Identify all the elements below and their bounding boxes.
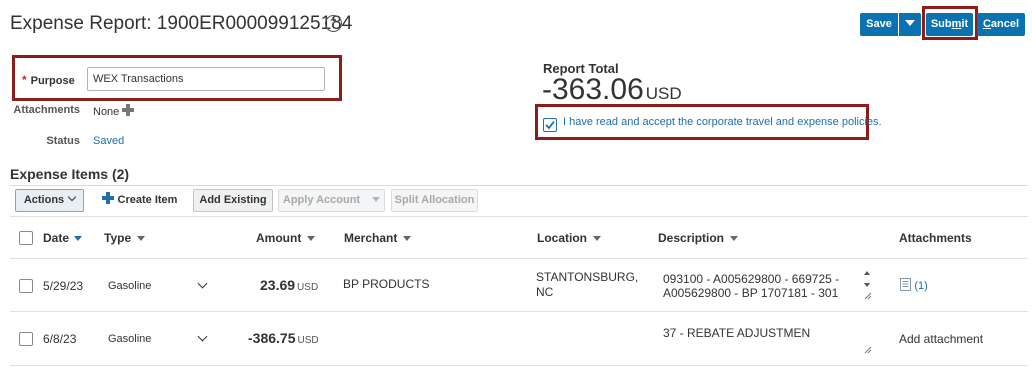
row-description-line1: 093100 - A005629800 - 669725 - — [663, 272, 840, 286]
submit-label-mnemonic: m — [951, 18, 962, 30]
merchant-header-label: Merchant — [344, 231, 398, 245]
row-type[interactable]: Gasoline — [108, 333, 151, 345]
actions-menu-button[interactable]: Actions — [15, 189, 84, 212]
row-amount-value: -386.75 — [248, 330, 296, 346]
sort-icon[interactable] — [403, 236, 412, 241]
column-header-date[interactable]: Date — [43, 231, 83, 245]
description-header-label: Description — [658, 231, 725, 245]
row-amount: 23.69 USD — [260, 277, 318, 293]
help-icon[interactable]: ? — [325, 15, 342, 32]
report-total-value: -363.06 — [542, 73, 644, 106]
add-attachment-icon[interactable] — [122, 104, 135, 116]
location-header-label: Location — [537, 231, 587, 245]
purpose-label-text: Purpose — [30, 75, 75, 87]
required-marker: * — [22, 73, 27, 87]
sort-descending-icon[interactable] — [74, 236, 83, 241]
cancel-button[interactable]: Cancel — [977, 13, 1025, 36]
submit-label-pre: Sub — [930, 18, 952, 30]
row-location-line1: STANTONSBURG, — [536, 270, 639, 284]
row-amount: -386.75 USD — [248, 330, 319, 346]
sort-icon[interactable] — [730, 236, 739, 241]
actions-label: Actions — [23, 194, 65, 206]
sort-icon[interactable] — [593, 236, 601, 241]
chevron-down-icon — [67, 192, 77, 202]
row-location: STANTONSBURG, NC — [536, 270, 638, 300]
apply-account-label: Apply Account — [282, 194, 361, 206]
select-all-checkbox[interactable] — [19, 231, 33, 245]
row-amount-currency: USD — [297, 282, 319, 293]
row-type[interactable]: Gasoline — [108, 280, 151, 292]
chevron-down-icon[interactable] — [197, 331, 208, 342]
row-description-line2: A005629800 - BP 1707181 - 301 — [663, 286, 839, 300]
row-location-line2: NC — [536, 285, 554, 299]
save-button[interactable]: Save — [860, 13, 898, 36]
column-header-type[interactable]: Type — [104, 231, 146, 245]
split-allocation-button[interactable]: Split Allocation — [391, 189, 478, 212]
attachments-value-text: None — [93, 106, 120, 118]
caret-down-icon — [905, 20, 915, 26]
row-amount-currency: USD — [297, 335, 319, 346]
column-header-amount[interactable]: Amount — [256, 231, 316, 245]
sort-icon[interactable] — [307, 236, 316, 241]
row-description-line1: 37 - REBATE ADJUSTMEN — [663, 326, 811, 340]
checkmark-icon — [545, 120, 555, 130]
row-checkbox[interactable] — [19, 279, 33, 293]
row-date-link[interactable]: 5/29/23 — [43, 279, 83, 293]
attachments-label: Attachments — [13, 104, 80, 116]
submit-label-post: it — [961, 18, 969, 30]
column-header-description[interactable]: Description — [658, 231, 739, 245]
chevron-down-icon[interactable] — [197, 278, 208, 289]
cancel-label-post: ancel — [990, 18, 1020, 30]
column-header-merchant[interactable]: Merchant — [344, 231, 412, 245]
create-item-button[interactable]: Create Item — [97, 189, 182, 212]
save-menu-button[interactable] — [899, 13, 921, 36]
status-label: Status — [46, 135, 80, 147]
sort-icon[interactable] — [137, 236, 146, 241]
add-attachment-link[interactable]: Add attachment — [899, 332, 983, 346]
table-bottom-border — [10, 365, 1028, 366]
report-total-amount: -363.06 USD — [542, 73, 682, 107]
date-header-label: Date — [43, 231, 70, 245]
textarea-scroll-icon[interactable] — [862, 268, 872, 290]
table-header-border — [10, 258, 1028, 259]
column-header-attachments: Attachments — [899, 231, 972, 245]
policy-checkbox[interactable] — [543, 118, 557, 132]
amount-header-label: Amount — [256, 231, 302, 245]
apply-account-button[interactable]: Apply Account — [278, 189, 385, 212]
add-existing-button[interactable]: Add Existing — [193, 189, 273, 212]
attachments-value: None — [93, 104, 135, 118]
table-top-border — [10, 216, 1028, 217]
row-description-textarea[interactable]: 093100 - A005629800 - 669725 - A005629800… — [663, 272, 839, 300]
row-description-textarea[interactable]: 37 - REBATE ADJUSTMEN — [663, 326, 810, 340]
type-header-label: Type — [104, 231, 132, 245]
purpose-label: * Purpose — [22, 73, 75, 87]
row-attachments[interactable]: (1) — [900, 278, 928, 292]
cancel-label-mnemonic: C — [982, 18, 991, 30]
submit-button[interactable]: Submit — [926, 13, 973, 36]
policy-agreement-text[interactable]: I have read and accept the corporate tra… — [563, 116, 882, 128]
row-date-link[interactable]: 6/8/23 — [43, 332, 76, 346]
plus-icon — [101, 192, 114, 204]
expense-items-heading: Expense Items (2) — [10, 166, 130, 182]
resize-handle-icon[interactable] — [864, 346, 872, 354]
row-merchant: BP PRODUCTS — [343, 277, 430, 291]
page-title: Expense Report: 1900ER000099125184 — [10, 13, 353, 34]
purpose-input[interactable] — [87, 67, 325, 91]
row-divider — [10, 311, 1028, 312]
caret-down-icon — [372, 197, 381, 202]
create-item-label: Create Item — [117, 194, 178, 206]
column-header-location[interactable]: Location — [537, 231, 601, 245]
row-checkbox[interactable] — [19, 332, 33, 346]
status-value[interactable]: Saved — [93, 135, 124, 147]
attachment-count-link[interactable]: (1) — [914, 280, 927, 292]
resize-handle-icon[interactable] — [864, 292, 872, 300]
row-amount-value: 23.69 — [260, 277, 296, 293]
document-icon — [900, 278, 911, 291]
report-total-currency: USD — [645, 84, 682, 103]
